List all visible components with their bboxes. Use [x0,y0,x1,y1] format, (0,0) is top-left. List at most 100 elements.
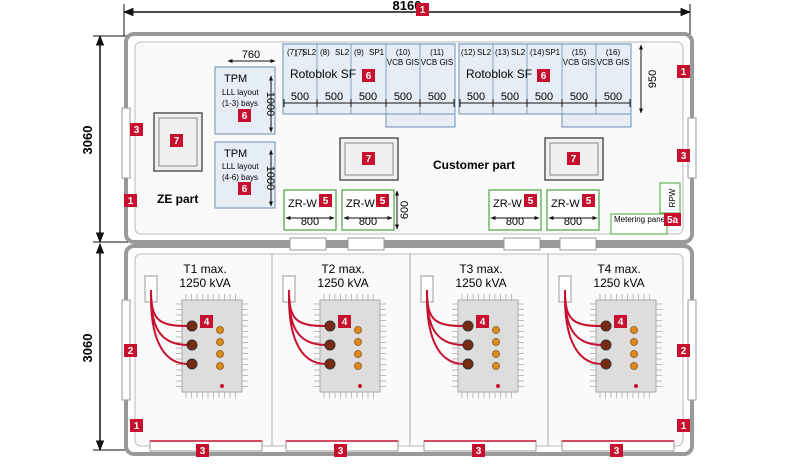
ze-part-label: ZE part [157,192,198,206]
hv-bushing [600,320,612,332]
marker-text: 1 [128,196,134,207]
bay-16-num: (16) [606,48,621,57]
metering-label: Metering panel [614,215,667,224]
lv-terminal [354,350,362,358]
hv-bushing [462,358,474,370]
marker-6: 6 [238,182,251,195]
height-bottom-label: 3060 [80,334,95,363]
marker-text: 6 [541,71,547,82]
tpm-2-height-label: 1000 [264,166,276,190]
marker-1: 1 [416,3,429,16]
bay-15-type: VCB GIS [563,58,595,67]
marker-3: 3 [334,444,347,457]
bay-13-type: SL2 [511,48,526,57]
marker-7: 7 [567,152,580,165]
marker-text: 1 [420,5,426,16]
bay-12-num: (12) [461,48,476,57]
marker-text: 7 [366,154,372,165]
lv-terminal [354,362,362,370]
bay-7-width: 500 [291,91,309,103]
bay-16-width: 500 [604,91,622,103]
marker-text: 6 [366,71,372,82]
hv-bushing [462,320,474,332]
marker-5: 5 [582,194,595,207]
bay-12-type: SL2 [477,48,492,57]
lv-terminal [492,350,500,358]
tpm-1-title: TPM [224,73,247,85]
transformer-2-name: T2 max. [321,262,364,276]
transformer-3-name: T3 max. [459,262,502,276]
lv-terminal [630,362,638,370]
lv-terminal [216,326,224,334]
marker-text: 6 [242,184,248,195]
marker-4: 4 [200,315,213,328]
bay-8-width: 500 [325,91,343,103]
rotoblok-left-label: Rotoblok SF [290,67,356,81]
lv-terminal [492,362,500,370]
marker-7: 7 [170,134,183,147]
indicator-dot [634,384,638,388]
hv-bushing [462,339,474,351]
bay-11-type: VCB GIS [421,58,453,67]
bay-13-width: 500 [501,91,519,103]
tpm-width-label: 760 [242,49,260,61]
lv-terminal [492,338,500,346]
metering-panel: Metering panel [610,213,668,235]
tpm-2-layout: LLL layout [222,162,259,171]
marker-text: 4 [342,317,348,328]
marker-3: 3 [196,444,209,457]
marker-2: 2 [124,344,137,357]
marker-4: 4 [338,315,351,328]
bay-9-type: SP1 [369,48,385,57]
marker-text: 6 [242,111,248,122]
rpw-panel: RPW [659,182,681,214]
marker-text: 3 [134,125,140,136]
zrw-4-width: 800 [564,216,582,228]
marker-1: 1 [677,419,690,432]
substation-layout: 8160 3060 3060 TPM LLL layout (1-3) bays… [80,0,697,457]
marker-text: 4 [480,317,486,328]
bay-10-type: VCB GIS [387,58,419,67]
marker-1: 1 [677,65,690,78]
tpm-2-title: TPM [224,148,247,160]
marker-text: 1 [681,67,687,78]
transformer-4-rating: 1250 kVA [593,276,644,290]
hv-bushing [324,320,336,332]
tpm-1-bays: (1-3) bays [222,99,258,108]
zrw-1-width: 800 [301,216,319,228]
marker-4: 4 [614,315,627,328]
rotoblok-right-label: Rotoblok SF [466,67,532,81]
zrw-2-label: ZR-W [346,198,375,210]
hv-bushing [186,320,198,332]
hv-bushing [324,358,336,370]
marker-text: 3 [681,151,687,162]
bay-9-num: (9) [354,48,364,57]
marker-5a: 5a [664,213,681,226]
lv-terminal [630,326,638,334]
hv-bushing [186,358,198,370]
bay-9-width: 500 [359,91,377,103]
bay-11-width: 500 [428,91,446,103]
bay-14-type: SP1 [545,48,561,57]
marker-1: 1 [130,419,143,432]
bay-14-width: 500 [535,91,553,103]
bay-12-width: 500 [467,91,485,103]
marker-3: 3 [472,444,485,457]
rotoblok-height-label: 950 [647,70,659,88]
bay-10-width: 500 [394,91,412,103]
zrw-4-label: ZR-W [551,198,580,210]
bay-16-type: VCB GIS [597,58,629,67]
marker-text: 1 [134,421,140,432]
height-top-label: 3060 [80,126,95,155]
lv-terminal [354,326,362,334]
zrw-3-width: 800 [506,216,524,228]
marker-5: 5 [524,194,537,207]
lv-terminal [354,338,362,346]
bay-14-num: (14) [530,48,545,57]
marker-text: 7 [571,154,577,165]
bay-10-num: (10) [396,48,411,57]
marker-text: 5 [586,196,592,207]
hv-bushing [600,339,612,351]
marker-text: 3 [614,446,620,457]
marker-text: 5 [380,196,386,207]
